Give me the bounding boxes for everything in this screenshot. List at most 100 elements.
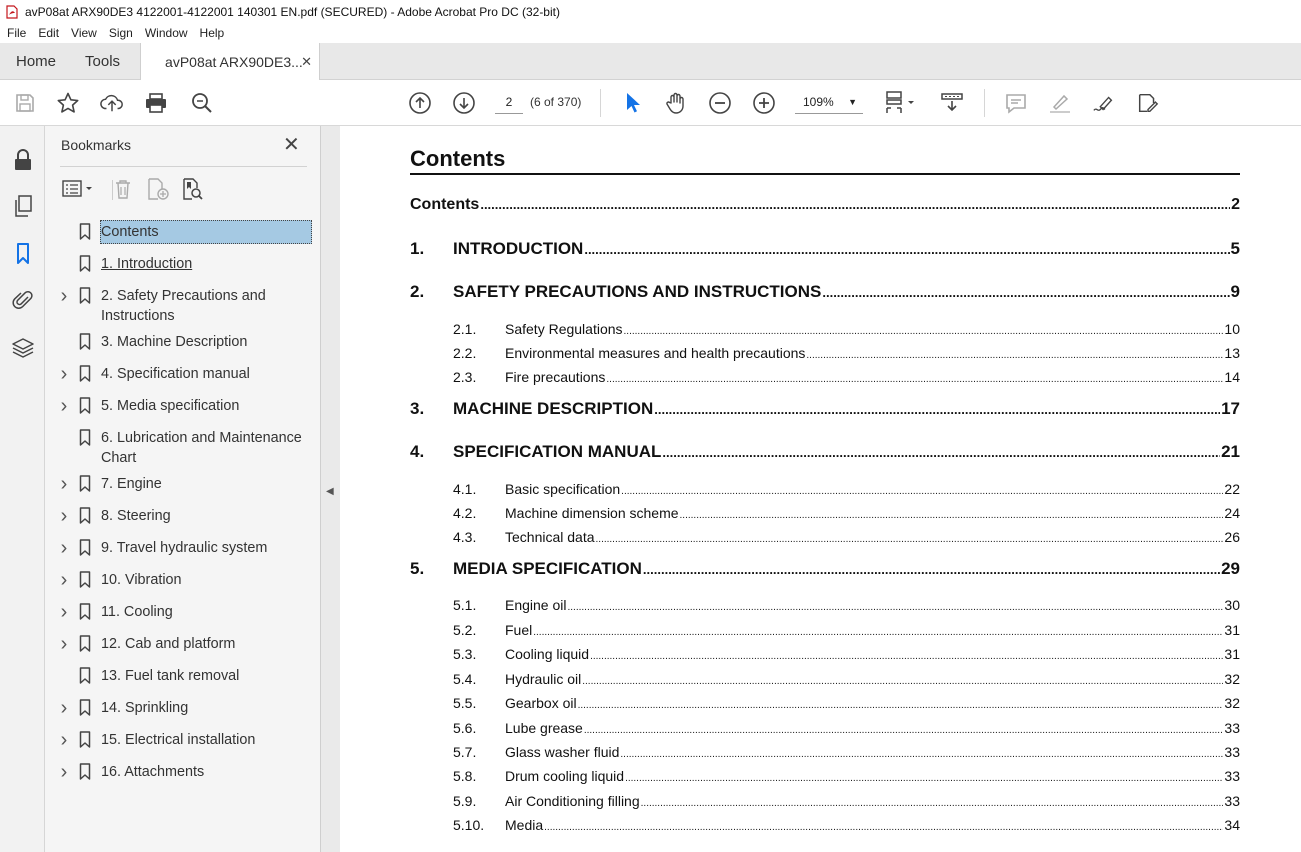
highlight-pen-icon[interactable]: [1048, 91, 1072, 115]
comment-icon[interactable]: [1004, 91, 1028, 115]
toc-leader-dots: [606, 374, 1223, 385]
find-bookmark-icon[interactable]: [180, 177, 206, 201]
attachment-icon[interactable]: [11, 288, 35, 312]
toc-title: Media: [505, 817, 544, 833]
toc-subsection-entry[interactable]: 5.4. Hydraulic oil 32: [453, 671, 1240, 687]
menu-edit[interactable]: Edit: [32, 26, 65, 40]
toc-subsection-entry[interactable]: 4.1. Basic specification 22: [453, 481, 1240, 497]
toc-subsection-entry[interactable]: 2.2. Environmental measures and health pr…: [453, 345, 1240, 361]
menu-help[interactable]: Help: [194, 26, 231, 40]
save-icon[interactable]: [13, 91, 37, 115]
bookmark-icon: [79, 287, 91, 304]
close-tab-icon[interactable]: ✕: [301, 54, 312, 70]
toc-section-entry[interactable]: Contents 2: [410, 196, 1240, 214]
collapse-arrow-icon: ◀: [326, 486, 334, 497]
menu-view[interactable]: View: [65, 26, 103, 40]
page-thumbnails-icon[interactable]: [11, 194, 35, 218]
select-cursor-icon[interactable]: [620, 91, 644, 115]
chevron-right-icon[interactable]: ›: [58, 634, 70, 654]
menu-sign[interactable]: Sign: [103, 26, 139, 40]
chevron-right-icon[interactable]: ›: [58, 730, 70, 750]
bookmark-label: 6. Lubrication and Maintenance Chart: [101, 430, 302, 466]
toc-subsection-entry[interactable]: 4.2. Machine dimension scheme 24: [453, 505, 1240, 521]
previous-page-icon[interactable]: [408, 91, 432, 115]
sign-pen-icon[interactable]: [1092, 91, 1116, 115]
upload-cloud-icon[interactable]: [100, 91, 124, 115]
chevron-right-icon[interactable]: ›: [58, 602, 70, 622]
toc-subsection-entry[interactable]: 4.3. Technical data 26: [453, 529, 1240, 545]
chevron-right-icon[interactable]: ›: [58, 396, 70, 416]
star-icon[interactable]: [56, 91, 80, 115]
tab-home[interactable]: Home: [0, 43, 71, 79]
toc-subsection-entry[interactable]: 5.8. Drum cooling liquid 33: [453, 768, 1240, 784]
toc-page-number: 13: [1224, 345, 1240, 361]
lock-icon[interactable]: [11, 148, 35, 172]
chevron-right-icon[interactable]: ›: [58, 538, 70, 558]
search-zoom-icon[interactable]: [190, 91, 214, 115]
new-bookmark-icon[interactable]: [145, 177, 171, 201]
toc-subsection-entry[interactable]: 2.1. Safety Regulations 10: [453, 321, 1240, 337]
bookmark-icon: [79, 763, 91, 780]
toc-subsection-entry[interactable]: 5.10. Media 34: [453, 817, 1240, 833]
left-navigation-rail: [0, 126, 45, 852]
tab-tools[interactable]: Tools: [71, 43, 140, 79]
toc-page-number: 21: [1221, 442, 1240, 461]
toc-page-number: 9: [1230, 282, 1240, 301]
toc-section-entry[interactable]: 1. INTRODUCTION 5: [410, 239, 1240, 259]
toc-page-number: 10: [1224, 321, 1240, 337]
toc-subsection-entry[interactable]: 2.3. Fire precautions 14: [453, 369, 1240, 385]
page-number-input[interactable]: 2: [495, 90, 523, 114]
menu-window[interactable]: Window: [139, 26, 194, 40]
toc-section-entry[interactable]: 2. SAFETY PRECAUTIONS AND INSTRUCTIONS 9: [410, 282, 1240, 302]
toc-subsection-entry[interactable]: 5.2. Fuel 31: [453, 622, 1240, 638]
toc-section-entry[interactable]: 5. MEDIA SPECIFICATION 29: [410, 559, 1240, 579]
zoom-out-icon[interactable]: [708, 91, 732, 115]
zoom-in-icon[interactable]: [752, 91, 776, 115]
toc-title: Air Conditioning filling: [505, 793, 640, 809]
close-icon[interactable]: ✕: [283, 135, 300, 155]
chevron-right-icon[interactable]: ›: [58, 474, 70, 494]
edit-document-icon[interactable]: [1136, 91, 1160, 115]
menu-file[interactable]: File: [0, 26, 32, 40]
chevron-right-icon[interactable]: ›: [58, 762, 70, 782]
toc-subsection-entry[interactable]: 5.6. Lube grease 33: [453, 720, 1240, 736]
bookmarks-panel-title: Bookmarks: [61, 137, 132, 153]
toc-page-number: 14: [1224, 369, 1240, 385]
toc-subsection-entry[interactable]: 5.9. Air Conditioning filling 33: [453, 793, 1240, 809]
zoom-level-select[interactable]: 109% ▼: [795, 90, 863, 114]
chevron-right-icon[interactable]: ›: [58, 506, 70, 526]
bookmark-panel-icon[interactable]: [11, 242, 35, 266]
bookmark-icon: [79, 699, 91, 716]
toc-subsection-entry[interactable]: 5.3. Cooling liquid 31: [453, 646, 1240, 662]
toc-section-entry[interactable]: 3. MACHINE DESCRIPTION 17: [410, 399, 1240, 419]
toc-subsection-entry[interactable]: 5.7. Glass washer fluid 33: [453, 744, 1240, 760]
chevron-right-icon[interactable]: ›: [58, 286, 70, 306]
bookmark-label: 9. Travel hydraulic system: [101, 540, 268, 556]
chevron-right-icon[interactable]: ›: [58, 698, 70, 718]
toc-title: Safety Regulations: [505, 321, 623, 337]
toc-leader-dots: [480, 197, 1230, 212]
print-icon[interactable]: [144, 91, 168, 115]
toc-section-entry[interactable]: 4. SPECIFICATION MANUAL 21: [410, 442, 1240, 462]
tab-document[interactable]: avP08at ARX90DE3... ✕: [140, 43, 321, 81]
delete-bookmark-icon[interactable]: [112, 177, 134, 201]
hand-tool-icon[interactable]: [664, 91, 688, 115]
main-toolbar: 2 (6 of 370) 109% ▼: [0, 80, 1301, 126]
toc-number: 5.6.: [453, 720, 477, 736]
toc-page-number: 33: [1224, 744, 1240, 760]
toc-leader-dots: [625, 773, 1223, 784]
panel-collapse-handle[interactable]: ◀: [321, 126, 340, 852]
document-view[interactable]: Contents Contents 2 1. INTRODUCTION 5 2. SAFET…: [340, 126, 1301, 852]
page-fit-icon[interactable]: [884, 91, 918, 115]
chevron-right-icon[interactable]: ›: [58, 364, 70, 384]
toc-subsection-entry[interactable]: 5.5. Gearbox oil 32: [453, 695, 1240, 711]
layers-icon[interactable]: [11, 336, 35, 360]
bookmark-options-icon[interactable]: [60, 177, 96, 201]
toc-subsection-entry[interactable]: 5.1. Engine oil 30: [453, 597, 1240, 613]
next-page-icon[interactable]: [452, 91, 476, 115]
scroll-mode-icon[interactable]: [940, 91, 964, 115]
pdf-app-icon: [5, 4, 19, 20]
chevron-right-icon[interactable]: ›: [58, 570, 70, 590]
bookmark-icon: [79, 507, 91, 524]
toc-leader-dots: [568, 602, 1224, 613]
